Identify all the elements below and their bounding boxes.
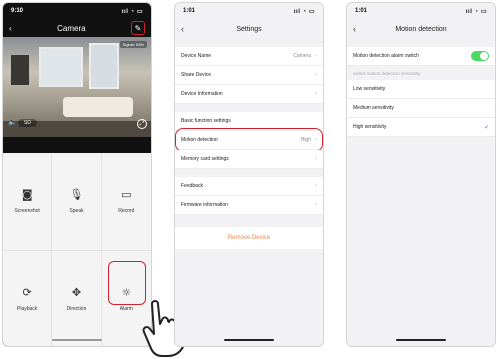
chevron-right-icon: › (315, 53, 317, 59)
page-title: Motion detection (395, 25, 447, 33)
motion-detection-screen: 1:01 ııl ◔ ▭ ‹ Motion detection Motion d… (346, 2, 496, 347)
firmware-information-row[interactable]: Firmware information › (175, 196, 323, 215)
chevron-right-icon: › (315, 156, 317, 162)
playback-icon: ⟳ (22, 285, 32, 299)
sensitivity-option[interactable]: High sensitivity ✓ (347, 118, 495, 137)
page-title: Camera (57, 23, 86, 33)
device-name-row[interactable]: Device Name Camera › (175, 47, 323, 66)
scene-window (39, 47, 83, 87)
share-device-row[interactable]: Share Device › (175, 66, 323, 85)
signal-strength-badge: Signal: 63% (119, 41, 147, 48)
chevron-right-icon: › (315, 91, 317, 97)
camera-icon: ◙ (21, 188, 33, 202)
signal-icon: ııl ◔ ▭ (465, 8, 487, 15)
sd-quality-button[interactable]: SD (18, 119, 37, 127)
speak-button[interactable]: 🎙 Speak (52, 153, 102, 251)
motion-detection-row[interactable]: Motion detection High › (175, 128, 323, 152)
home-indicator (224, 339, 274, 341)
direction-button[interactable]: ✥ Direction (52, 250, 102, 346)
device-name-value: Camera (293, 53, 311, 59)
signal-icon: ııl ◔ ▭ (121, 8, 143, 15)
page-title: Settings (236, 25, 262, 33)
back-icon[interactable]: ‹ (9, 24, 12, 33)
status-time: 1:01 (183, 8, 196, 14)
alarm-switch-row: Motion detection alarm switch (347, 47, 495, 66)
status-time: 9:10 (11, 8, 24, 14)
screenshot-button[interactable]: ◙ Screenshot (3, 153, 53, 251)
sensitivity-option[interactable]: Medium sensitivity (347, 99, 495, 118)
camera-header: ‹ Camera ✎ (3, 19, 151, 37)
scene-sofa (63, 97, 133, 117)
record-button[interactable]: ▭ Record (101, 153, 151, 251)
feedback-row[interactable]: Feedback › (175, 177, 323, 196)
sensitivity-option[interactable]: Low sensitivity (347, 80, 495, 99)
chevron-right-icon: › (315, 72, 317, 78)
home-indicator (52, 339, 102, 341)
status-bar: 9:10 ııl ◔ ▭ (3, 3, 151, 19)
scene-lamp (11, 55, 29, 85)
signal-icon: ııl ◔ ▭ (293, 8, 315, 15)
back-icon[interactable]: ‹ (181, 24, 184, 34)
chevron-right-icon: › (315, 137, 317, 143)
chevron-right-icon: › (315, 183, 317, 189)
edit-icon[interactable]: ✎ (131, 21, 145, 35)
scene-window (89, 43, 119, 89)
video-record-icon: ▭ (121, 188, 132, 202)
motion-header: ‹ Motion detection (347, 19, 495, 39)
settings-header: ‹ Settings (175, 19, 323, 39)
playback-button[interactable]: ⟳ Playback (3, 250, 53, 346)
status-bar: 1:01 ııl ◔ ▭ (175, 3, 323, 19)
status-bar: 1:01 ııl ◔ ▭ (347, 3, 495, 19)
device-information-row[interactable]: Device Information › (175, 85, 323, 104)
motion-detection-value: High (300, 137, 311, 143)
control-grid: ◙ Screenshot 🎙 Speak ▭ Record ⟳ Playback… (3, 153, 151, 346)
checkmark-icon: ✓ (483, 124, 489, 131)
back-icon[interactable]: ‹ (353, 24, 356, 34)
remove-device-button[interactable]: Remove Device (175, 227, 323, 249)
live-video[interactable]: Signal: 63% 🔈 SD ⤢ (3, 37, 151, 137)
fullscreen-icon[interactable]: ⤢ (137, 119, 147, 129)
chevron-right-icon: › (315, 202, 317, 208)
sensitivity-section-label: Select motion detection sensitivity (353, 70, 421, 76)
alarm-switch-toggle[interactable] (471, 51, 489, 61)
status-time: 1:01 (355, 8, 368, 14)
speaker-mute-icon[interactable]: 🔈 (8, 118, 17, 126)
direction-arrows-icon: ✥ (71, 285, 82, 299)
camera-screen: 9:10 ııl ◔ ▭ ‹ Camera ✎ Signal: 63% 🔈 SD… (2, 2, 152, 347)
settings-screen: 1:01 ııl ◔ ▭ ‹ Settings Device Name Came… (174, 2, 324, 347)
microphone-icon: 🎙 (69, 188, 84, 202)
home-indicator (396, 339, 446, 341)
memory-card-row[interactable]: Memory card settings › (175, 150, 323, 169)
